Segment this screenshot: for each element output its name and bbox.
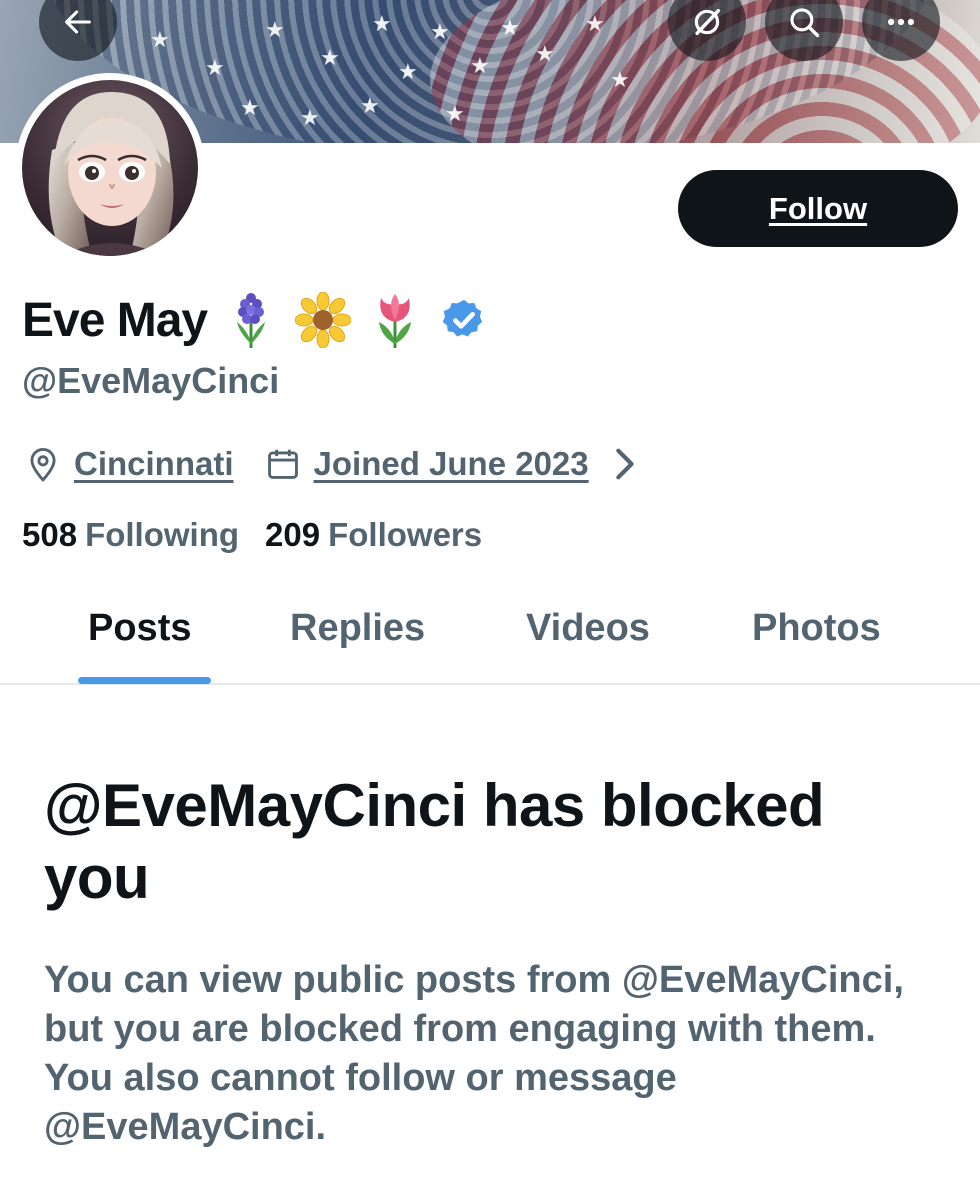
star-icon: ★ [610,68,630,93]
tab-photos[interactable]: Photos [752,607,881,650]
star-icon: ★ [205,56,225,81]
calendar-icon [267,449,298,479]
tab-posts[interactable]: Posts [88,607,191,650]
search-icon [790,8,820,38]
avatar-image [22,80,198,256]
star-icon: ★ [585,12,605,37]
star-icon: ★ [445,102,465,127]
following-label: Following [85,516,240,553]
followers-label: Followers [328,516,483,553]
verified-badge-icon [442,299,483,337]
follow-button-label: Follow [768,190,868,226]
followers-link[interactable]: 209 Followers [265,516,482,554]
blocked-title: @EveMayCinci has blocked you [44,772,825,911]
star-icon: ★ [150,28,170,53]
tab-replies[interactable]: Replies [290,607,425,650]
star-icon: ★ [300,106,320,131]
chevron-right-icon[interactable] [605,445,643,483]
star-icon: ★ [372,12,392,37]
display-name: Eve May [22,293,208,347]
star-icon: ★ [398,60,418,85]
tab-videos[interactable]: Videos [526,607,650,650]
profile-handle: @EveMayCinci [22,360,280,401]
blocked-message: You can view public posts from @EveMayCi… [44,959,904,1148]
hyacinth-emoji-icon [237,293,266,348]
star-icon: ★ [470,54,490,79]
profile-avatar[interactable] [15,73,205,263]
blossom-emoji-icon [295,292,352,348]
avatar-illustration [48,91,174,256]
star-icon: ★ [535,42,555,67]
star-icon: ★ [360,94,380,119]
tulip-emoji-icon [379,294,412,348]
location-text[interactable]: Cincinnati [74,445,234,483]
location[interactable]: Cincinnati [24,445,234,483]
more-horizontal-icon [887,18,915,26]
following-count: 508 [22,516,78,553]
profile-stats: 508 Following 209 Followers [22,516,482,554]
star-icon: ★ [500,16,520,41]
star-icon: ★ [320,46,340,71]
star-icon: ★ [430,20,450,45]
following-link[interactable]: 508 Following [22,516,239,554]
location-pin-icon [30,448,56,482]
joined-text[interactable]: Joined June 2023 [314,445,589,483]
profile-meta: Cincinnati Joined June 2023 [24,440,643,488]
profile-name-row: Eve May [22,288,487,352]
profile-tabs: Posts Replies Videos Photos [0,585,980,685]
grok-icon [694,8,721,36]
star-icon: ★ [265,18,285,43]
joined-date[interactable]: Joined June 2023 [264,445,643,483]
followers-count: 209 [265,516,321,553]
follow-button[interactable]: Follow [678,170,958,247]
active-tab-indicator [78,677,211,684]
star-icon: ★ [240,96,260,121]
arrow-left-icon [65,10,91,34]
